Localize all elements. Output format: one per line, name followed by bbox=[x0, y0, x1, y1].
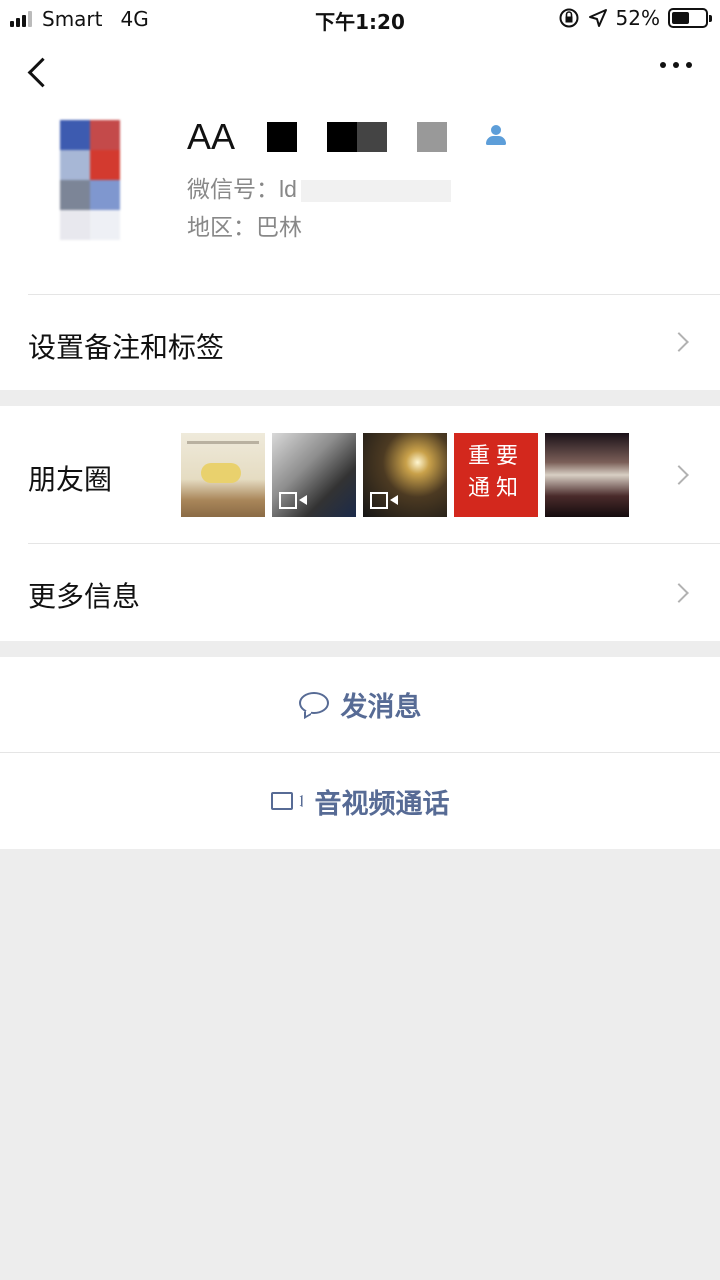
video-call-label: 音视频通话 bbox=[314, 788, 450, 820]
moments-thumbnail bbox=[363, 433, 447, 517]
profile-card: AA 微信号：ld 地区：巴林 bbox=[0, 108, 720, 295]
divider bbox=[0, 752, 720, 753]
status-bar: Smart 4G 下午1:20 52% bbox=[0, 0, 720, 38]
region-value: 巴林 bbox=[256, 214, 302, 240]
redaction-block bbox=[417, 122, 448, 152]
redaction-block bbox=[357, 122, 388, 152]
region-label: 地区： bbox=[187, 214, 256, 240]
redaction-block bbox=[327, 122, 358, 152]
video-camera-icon bbox=[270, 792, 303, 810]
video-icon bbox=[279, 492, 307, 509]
battery-percent: 52% bbox=[615, 6, 660, 30]
more-info-row[interactable]: 更多信息 bbox=[0, 544, 720, 641]
navigation-bar bbox=[0, 38, 720, 108]
avatar[interactable] bbox=[60, 120, 120, 240]
chevron-right-icon bbox=[669, 465, 689, 485]
set-remark-label: 设置备注和标签 bbox=[28, 331, 225, 364]
chevron-right-icon bbox=[669, 332, 689, 352]
battery-icon bbox=[668, 8, 712, 28]
contact-name: AA bbox=[187, 116, 448, 158]
moments-thumbnail bbox=[545, 433, 629, 517]
redaction-block bbox=[267, 122, 298, 152]
location-arrow-icon bbox=[588, 9, 607, 27]
more-dots-icon[interactable] bbox=[660, 62, 692, 68]
contact-name-text: AA bbox=[187, 116, 236, 157]
chat-bubble-icon bbox=[298, 691, 329, 719]
back-chevron-icon[interactable] bbox=[22, 52, 62, 92]
wechat-id: 微信号：ld bbox=[187, 170, 451, 204]
notice-text-line2: 通知 bbox=[467, 476, 524, 501]
redaction-blur bbox=[300, 179, 451, 202]
moments-label: 朋友圈 bbox=[28, 463, 113, 496]
more-info-label: 更多信息 bbox=[28, 580, 141, 613]
send-message-button[interactable]: 发消息 bbox=[0, 657, 720, 752]
contact-person-icon bbox=[484, 124, 508, 148]
orientation-lock-icon bbox=[559, 8, 579, 28]
region: 地区：巴林 bbox=[187, 208, 302, 242]
moments-row[interactable]: 朋友圈 重要 通知 bbox=[0, 406, 720, 544]
moments-thumbnail bbox=[272, 433, 356, 517]
video-call-button[interactable]: 音视频通话 bbox=[0, 753, 720, 849]
moments-thumbnail bbox=[181, 433, 265, 517]
moments-thumbnails: 重要 通知 bbox=[181, 433, 629, 517]
moments-thumbnail-notice: 重要 通知 bbox=[454, 433, 538, 517]
video-icon bbox=[370, 492, 398, 509]
set-remark-row[interactable]: 设置备注和标签 bbox=[0, 295, 720, 390]
chevron-right-icon bbox=[669, 583, 689, 603]
wechat-id-label: 微信号： bbox=[187, 176, 279, 202]
notice-text-line1: 重要 bbox=[467, 444, 524, 469]
wechat-id-value: ld bbox=[279, 176, 297, 202]
send-message-label: 发消息 bbox=[340, 692, 422, 723]
